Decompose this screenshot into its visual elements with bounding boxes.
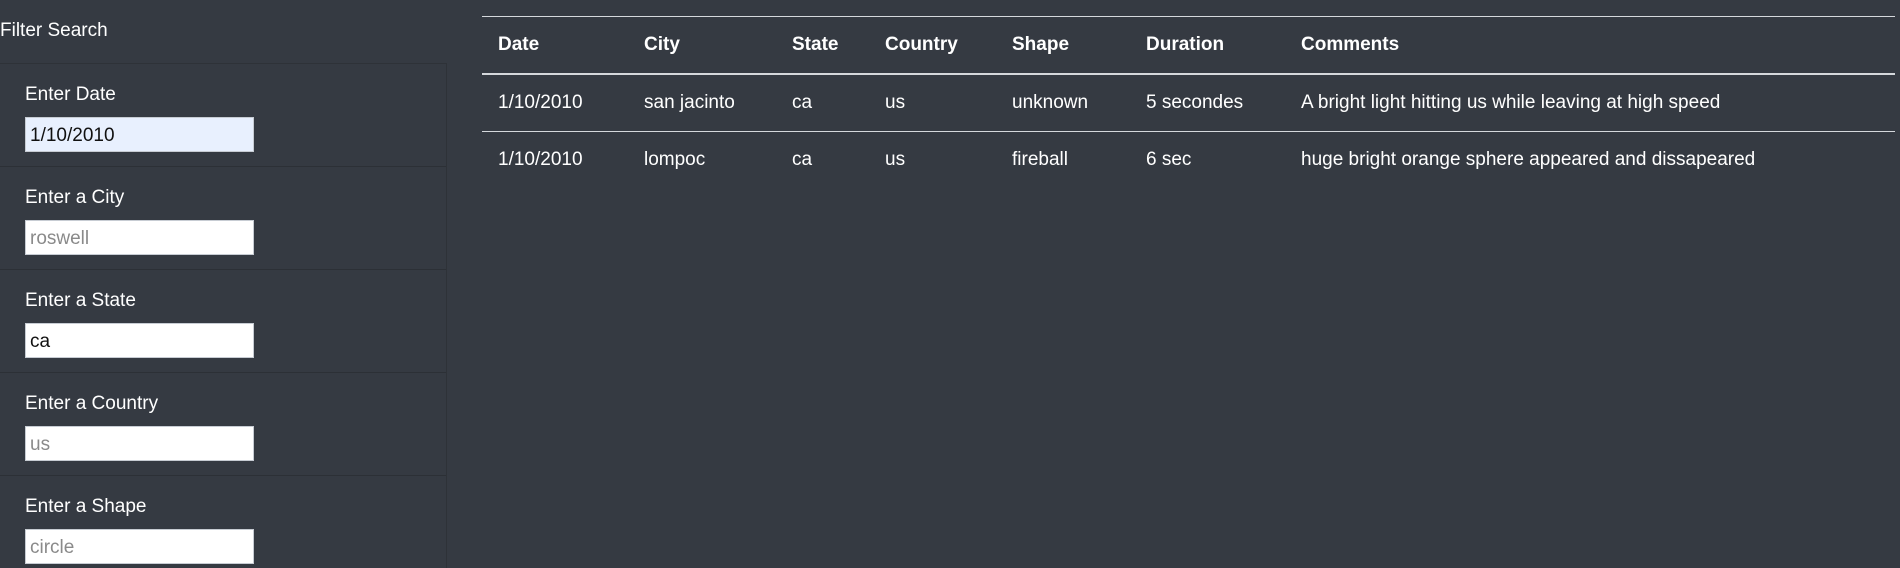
cell-comments: A bright light hitting us while leaving …: [1301, 92, 1721, 113]
cell-shape: fireball: [1012, 149, 1068, 170]
state-label: Enter a State: [25, 290, 136, 311]
shape-label: Enter a Shape: [25, 496, 147, 517]
date-label: Enter Date: [25, 84, 116, 105]
column-header-shape[interactable]: Shape: [996, 17, 1130, 75]
column-header-date[interactable]: Date: [482, 17, 628, 75]
page: Filter Search Enter Date Enter a City En…: [0, 0, 1900, 568]
country-label: Enter a Country: [25, 393, 159, 414]
cell-city: san jacinto: [644, 92, 735, 113]
cell-date: 1/10/2010: [498, 92, 583, 113]
cell-duration: 6 sec: [1146, 149, 1192, 170]
column-header-comments[interactable]: Comments: [1285, 17, 1895, 75]
cell-date: 1/10/2010: [498, 149, 583, 170]
filter-item-state: Enter a State: [0, 270, 446, 373]
column-header-city[interactable]: City: [628, 17, 776, 75]
table-row: 1/10/2010 san jacinto ca us unknown 5 se…: [482, 74, 1895, 132]
table-row: 1/10/2010 lompoc ca us fireball 6 sec hu…: [482, 132, 1895, 189]
country-input[interactable]: [25, 426, 254, 461]
cell-state: ca: [792, 92, 813, 113]
state-input[interactable]: [25, 323, 254, 358]
date-input[interactable]: [25, 117, 254, 152]
filter-panel: Enter Date Enter a City Enter a State En…: [0, 63, 447, 568]
shape-input[interactable]: [25, 529, 254, 564]
column-header-duration[interactable]: Duration: [1130, 17, 1285, 75]
filter-search-title: Filter Search: [0, 20, 108, 41]
cell-state: ca: [792, 149, 813, 170]
cell-duration: 5 secondes: [1146, 92, 1244, 113]
table-header-row: Date City State Country Shape Duration C…: [482, 16, 1895, 75]
city-label: Enter a City: [25, 187, 125, 208]
filter-item-country: Enter a Country: [0, 373, 446, 476]
column-header-country[interactable]: Country: [869, 17, 996, 75]
cell-comments: huge bright orange sphere appeared and d…: [1301, 149, 1756, 170]
cell-shape: unknown: [1012, 92, 1089, 113]
cell-country: us: [885, 149, 906, 170]
filter-item-city: Enter a City: [0, 167, 446, 270]
filter-item-date: Enter Date: [0, 64, 446, 167]
filter-item-shape: Enter a Shape: [0, 476, 446, 568]
ufo-table-container: Date City State Country Shape Duration C…: [482, 16, 1895, 188]
column-header-state[interactable]: State: [776, 17, 869, 75]
city-input[interactable]: [25, 220, 254, 255]
cell-country: us: [885, 92, 906, 113]
ufo-table: Date City State Country Shape Duration C…: [482, 16, 1895, 188]
cell-city: lompoc: [644, 149, 706, 170]
